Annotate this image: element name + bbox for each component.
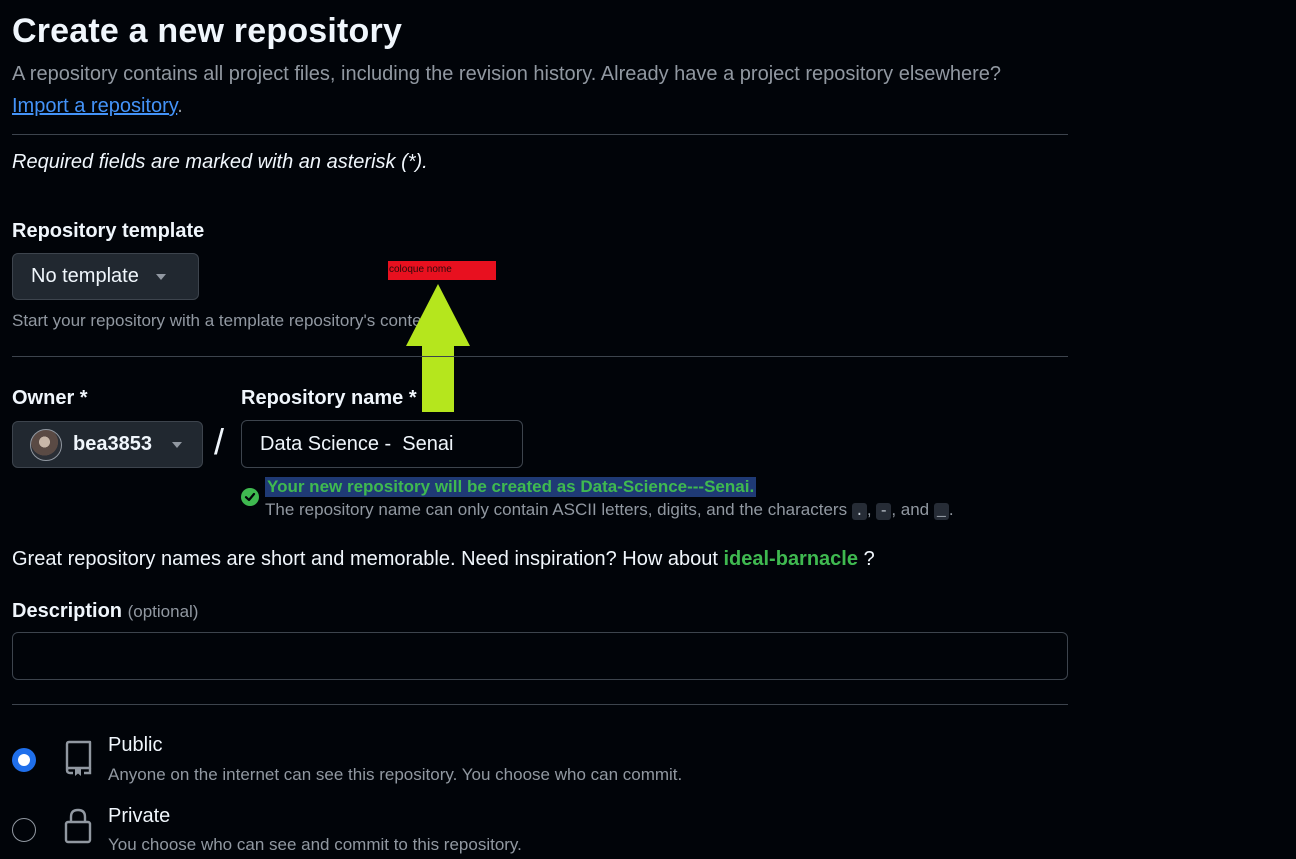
visibility-public-description: Anyone on the internet can see this repo… <box>108 765 683 784</box>
owner-dropdown[interactable]: bea3853 <box>12 421 203 468</box>
name-inspiration: Great repository names are short and mem… <box>12 548 875 571</box>
visibility-public-title: Public <box>108 734 163 756</box>
template-dropdown[interactable]: No template <box>12 253 199 300</box>
visibility-private-radio[interactable] <box>12 818 36 842</box>
divider-template <box>12 356 1068 357</box>
page-subtitle: A repository contains all project files,… <box>12 63 1002 85</box>
repo-name-label: Repository name * <box>241 387 417 409</box>
description-input[interactable] <box>12 632 1068 680</box>
chevron-down-icon <box>171 441 182 448</box>
annotation-note: coloque nome <box>388 261 496 280</box>
visibility-private-title: Private <box>108 805 171 827</box>
inspiration-prefix: Great repository names are short and mem… <box>12 548 718 570</box>
check-circle-icon <box>241 488 259 506</box>
import-suffix: . <box>177 95 183 117</box>
rules-sep1: , <box>866 500 872 519</box>
repo-name-rules: The repository name can only contain ASC… <box>265 500 954 520</box>
import-line: Import a repository. <box>12 95 183 118</box>
template-selected: No template <box>31 265 139 287</box>
rules-end: . <box>948 500 954 519</box>
template-label: Repository template <box>12 220 205 242</box>
chevron-down-icon <box>155 273 166 280</box>
description-label-text: Description <box>12 600 123 622</box>
visibility-private-description: You choose who can see and commit to thi… <box>108 835 522 854</box>
page-title: Create a new repository <box>12 12 403 50</box>
template-hint: Start your repository with a template re… <box>12 311 449 330</box>
rules-sep2: , and <box>891 500 930 519</box>
required-fields-note: Required fields are marked with an aster… <box>12 151 428 173</box>
inspiration-suffix: ? <box>863 548 875 570</box>
repo-name-success-message: Your new repository will be created as D… <box>265 477 757 497</box>
visibility-public-radio[interactable] <box>12 748 36 772</box>
repo-name-input[interactable] <box>241 420 523 468</box>
lock-icon <box>64 808 92 844</box>
suggested-name-link[interactable]: ideal-barnacle <box>723 548 858 570</box>
rules-prefix: The repository name can only contain ASC… <box>265 500 848 519</box>
description-optional: (optional) <box>127 602 199 621</box>
owner-selected: bea3853 <box>73 433 152 455</box>
rules-char-dash: - <box>876 503 892 520</box>
owner-label: Owner * <box>12 387 88 409</box>
rules-char-dot: . <box>851 503 867 520</box>
divider-description <box>12 704 1068 705</box>
description-label: Description (optional) <box>12 600 198 623</box>
owner-repo-separator: / <box>214 421 225 462</box>
import-repository-link[interactable]: Import a repository <box>12 95 177 117</box>
rules-char-underscore: _ <box>933 503 949 520</box>
repo-icon <box>65 740 92 776</box>
avatar <box>30 428 62 461</box>
divider-top <box>12 134 1068 135</box>
